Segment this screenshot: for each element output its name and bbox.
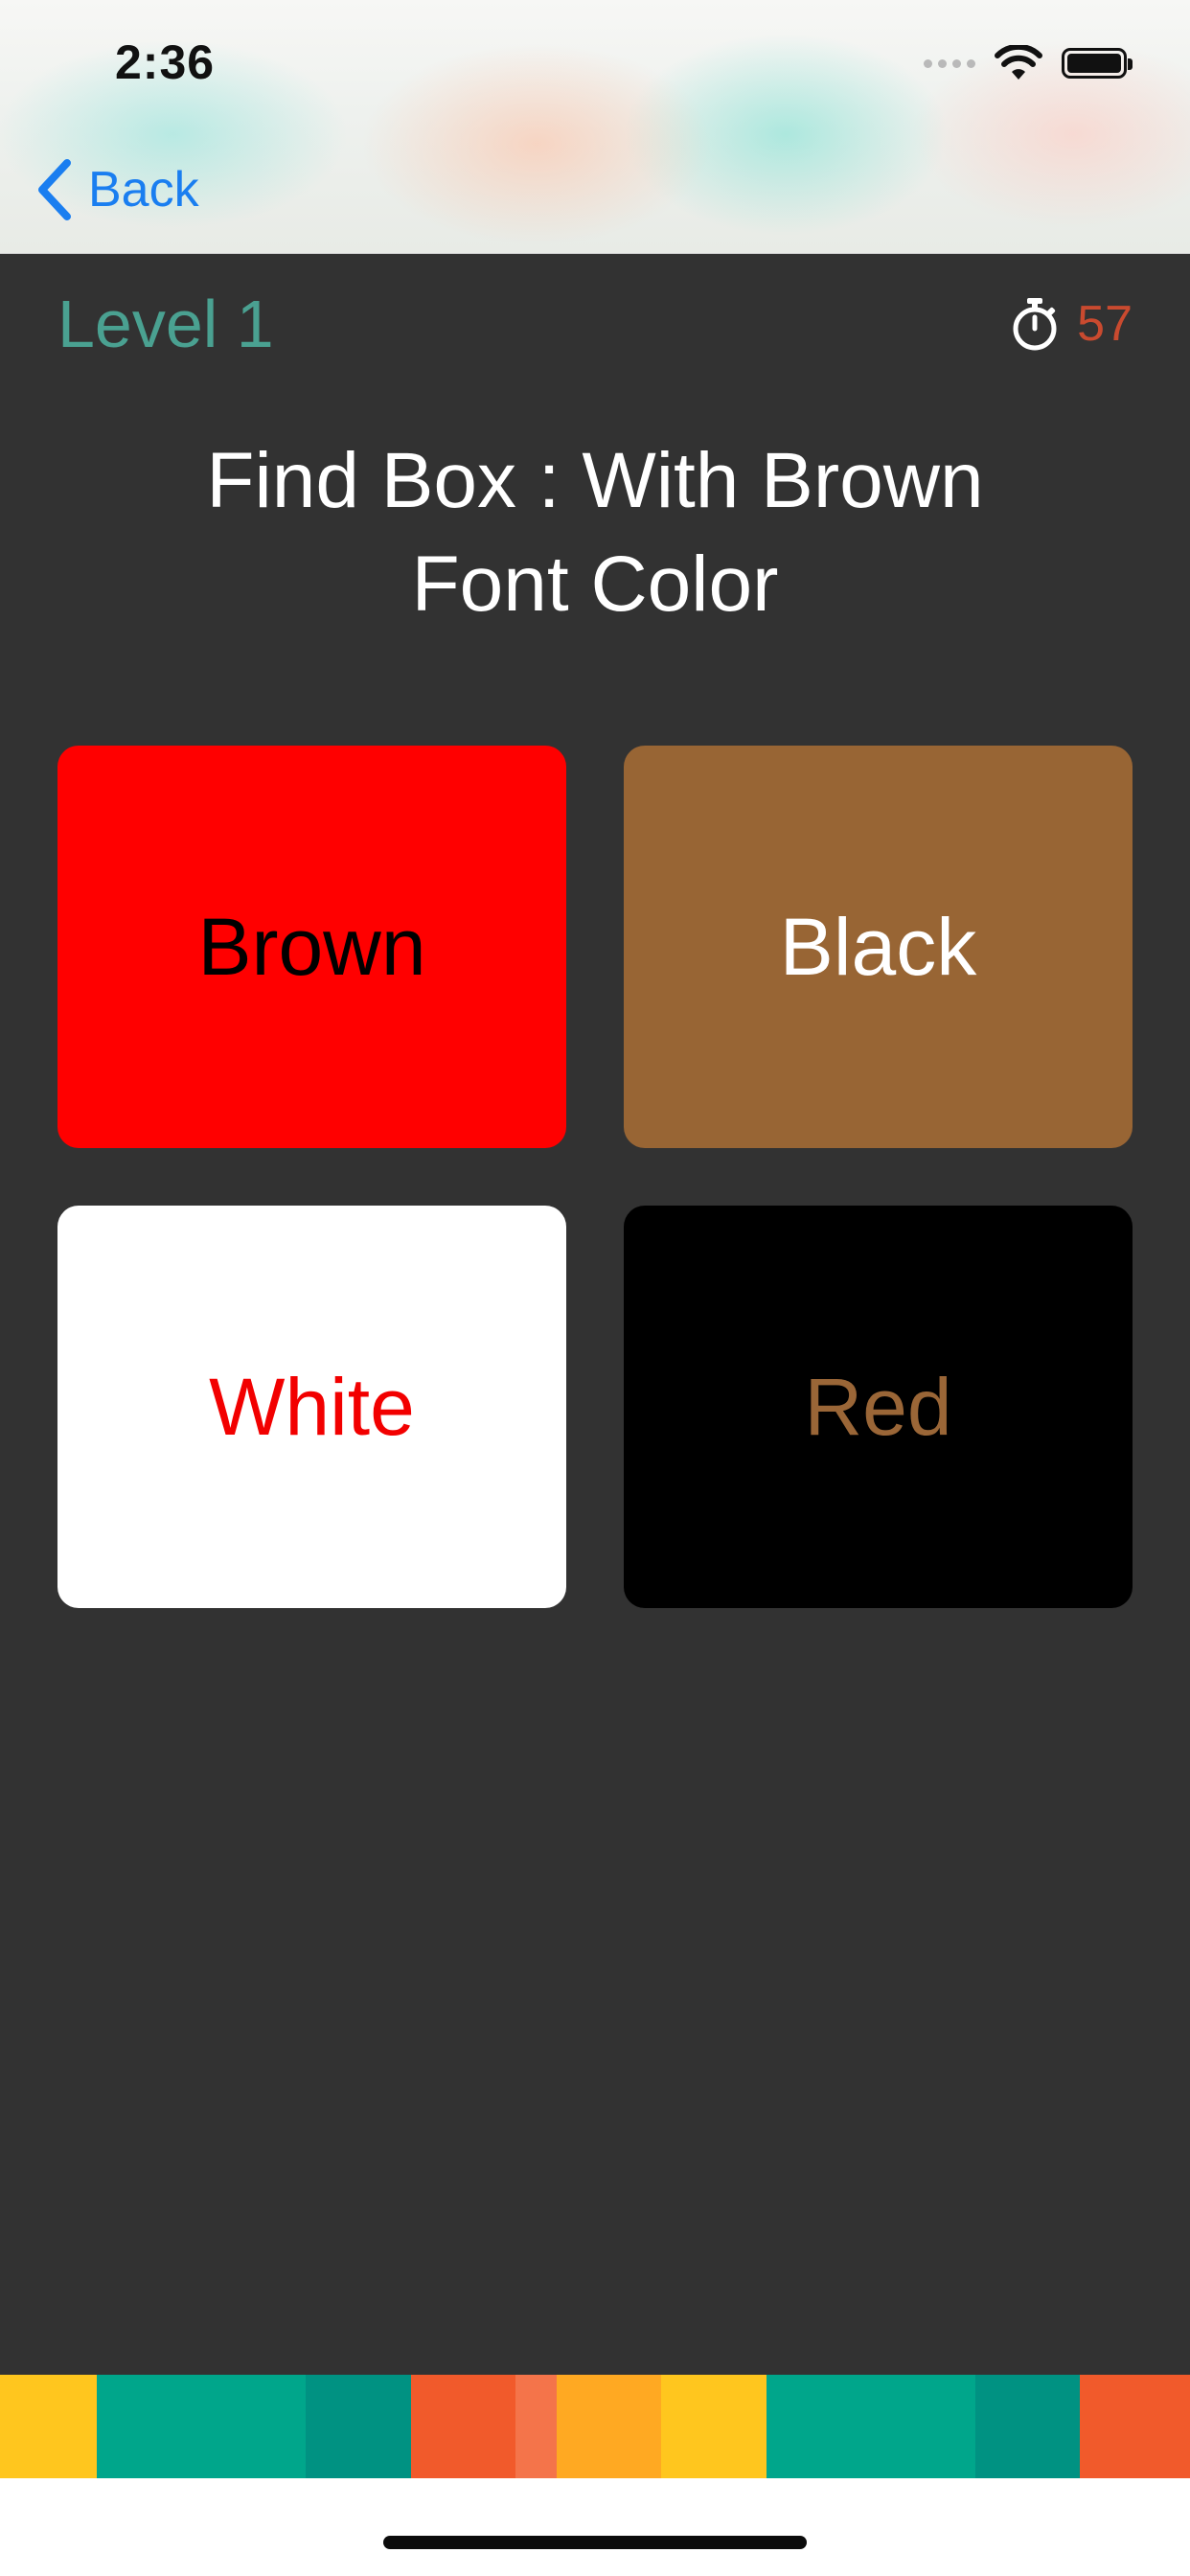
navigation-header: 2:36 Back xyxy=(0,0,1190,254)
color-strip-segment xyxy=(410,2375,515,2478)
color-strip-segment xyxy=(974,2375,1080,2478)
back-button[interactable]: Back xyxy=(34,153,199,226)
answer-box-label: White xyxy=(209,1361,415,1452)
color-strip-segment xyxy=(97,2375,202,2478)
color-strip-segment xyxy=(557,2375,662,2478)
color-strip-segment xyxy=(870,2375,975,2478)
answer-box-black[interactable]: Black xyxy=(624,746,1133,1148)
decorative-color-strip xyxy=(0,2375,1190,2478)
color-strip-segment xyxy=(201,2375,307,2478)
home-indicator xyxy=(383,2536,807,2549)
color-strip-segment xyxy=(766,2375,871,2478)
answer-box-label: Brown xyxy=(197,901,426,992)
prompt-line-1: Find Box : With Brown xyxy=(206,437,984,524)
color-strip-segment xyxy=(515,2375,558,2478)
level-label: Level 1 xyxy=(57,287,274,361)
answer-box-label: Black xyxy=(779,901,977,992)
timer-value: 57 xyxy=(1077,296,1133,352)
color-strip-segment xyxy=(661,2375,767,2478)
wifi-icon xyxy=(995,45,1042,80)
stopwatch-icon xyxy=(1013,298,1057,351)
color-strip-segment xyxy=(306,2375,411,2478)
answer-box-label: Red xyxy=(804,1361,952,1452)
prompt-text: Find Box : With Brown Font Color xyxy=(0,429,1190,636)
color-strip-segment xyxy=(0,2375,98,2478)
answer-box-brown[interactable]: Brown xyxy=(57,746,566,1148)
timer: 57 xyxy=(1010,295,1133,353)
prompt-line-2: Font Color xyxy=(411,540,779,628)
color-strip-segment xyxy=(1079,2375,1190,2478)
answer-box-white[interactable]: White xyxy=(57,1206,566,1608)
answer-box-red[interactable]: Red xyxy=(624,1206,1133,1608)
cellular-signal-icon xyxy=(924,58,975,68)
status-indicators xyxy=(924,44,1133,82)
status-time: 2:36 xyxy=(115,35,216,89)
chevron-left-icon xyxy=(38,159,71,220)
battery-icon xyxy=(1062,48,1133,79)
back-label: Back xyxy=(88,162,199,218)
bottom-safe-area xyxy=(0,2478,1190,2576)
